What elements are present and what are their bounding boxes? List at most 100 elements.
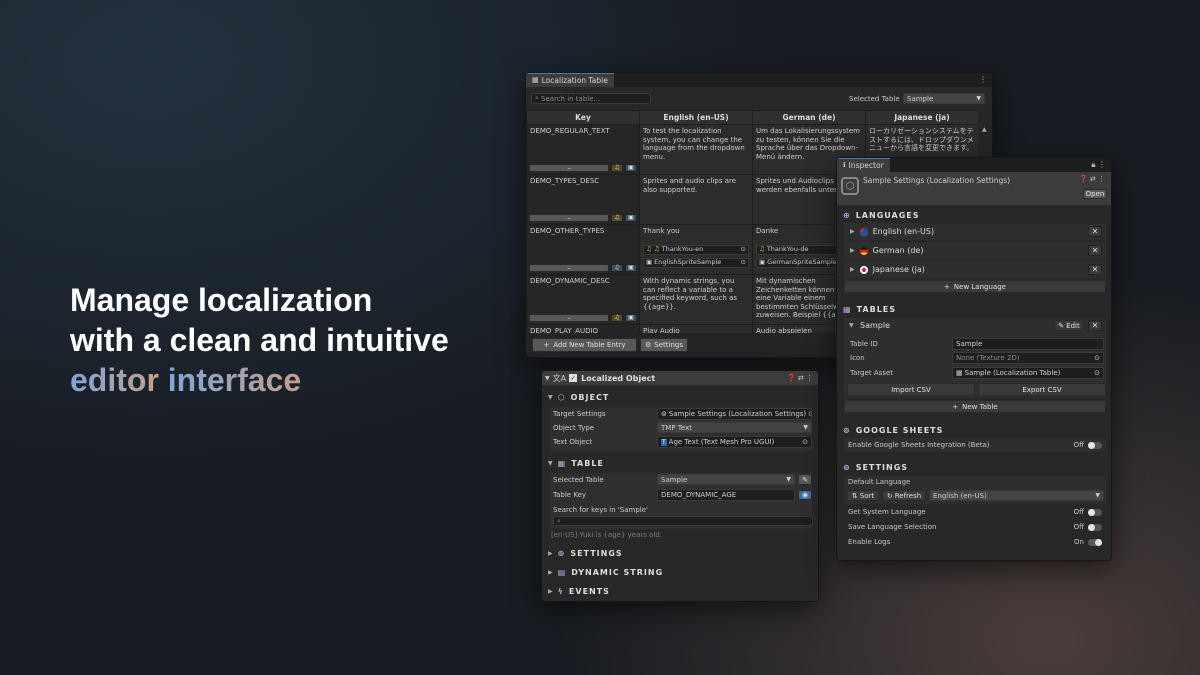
plus-icon: + (952, 402, 959, 411)
language-row[interactable]: ▶ English (en-US) ✕ (844, 223, 1106, 240)
new-table-button[interactable]: + New Table (844, 400, 1106, 413)
remove-language-button[interactable]: ✕ (1088, 226, 1102, 237)
object-picker-icon[interactable]: ⊙ (741, 246, 746, 254)
google-sheets-toggle[interactable] (1088, 441, 1102, 449)
target-asset-field[interactable]: ▦ Sample (Localization Table) ⊙ (952, 367, 1104, 379)
sprite-field[interactable]: ▣ EnglishSpriteSample ⊙ (643, 257, 749, 268)
enable-logs-label: Enable Logs (848, 538, 891, 546)
default-language-dropdown[interactable]: English (en-US) ▼ (929, 490, 1104, 501)
audio-type-icon[interactable]: ♫ (611, 164, 623, 172)
value-cell-en[interactable]: Thank you ♫ ♫ ThankYou-en ⊙ ▣ EnglishSpriteS… (639, 224, 753, 275)
chevron-right-icon: ▶ (850, 247, 855, 254)
target-settings-label: Target Settings (553, 410, 606, 418)
language-row[interactable]: ▶ Japanese (ja) ✕ (844, 261, 1106, 278)
remove-language-button[interactable]: ✕ (1088, 245, 1102, 256)
preview-key-button[interactable]: ◉ (798, 490, 812, 500)
export-csv-button[interactable]: Export CSV (978, 383, 1106, 396)
key-cell[interactable]: DEMO_TYPES_DESC – ♫ ▣ (526, 174, 640, 225)
text-object-field[interactable]: T Age Text (Text Mesh Pro UGUI) ⊙ (657, 436, 812, 448)
enable-logs-toggle[interactable] (1088, 538, 1102, 546)
sort-button[interactable]: ⇅ Sort (847, 490, 879, 501)
audio-clip-field[interactable]: ♫ ♫ ThankYou-en ⊙ (643, 244, 749, 255)
table-settings-button[interactable]: ⚙ Settings (640, 338, 688, 352)
section-settings[interactable]: ▶ ⊚ SETTINGS (542, 545, 623, 561)
sprite-type-icon[interactable]: ▣ (625, 314, 637, 322)
column-header-german[interactable]: German (de) (752, 110, 866, 125)
selected-table-dropdown[interactable]: Sample ▼ (657, 474, 795, 485)
remove-language-button[interactable]: ✕ (1088, 264, 1102, 275)
tab-localization-table[interactable]: ▦ Localization Table (526, 73, 614, 87)
get-system-language-toggle[interactable] (1088, 508, 1102, 516)
sprite-type-icon[interactable]: ▣ (625, 164, 637, 172)
row-actions: – ♫ ▣ (529, 214, 637, 222)
refresh-button[interactable]: ↻ Refresh (882, 490, 926, 501)
audio-type-icon[interactable]: ♫ (611, 214, 623, 222)
sprite-type-icon[interactable]: ▣ (625, 214, 637, 222)
table-icon: ▦ (532, 76, 539, 84)
save-language-row[interactable]: Save Language Selection Off (844, 520, 1106, 534)
value-cell-en[interactable]: Sprites and audio clips are also support… (639, 174, 753, 225)
remove-table-button[interactable]: ✕ (1088, 320, 1102, 331)
target-settings-field[interactable]: ⊚ Sample Settings (Localization Settings)… (657, 408, 812, 420)
edit-table-button[interactable]: ✎ Edit (1054, 320, 1084, 331)
remove-entry-button[interactable]: – (529, 314, 609, 322)
kebab-menu-icon[interactable]: ⋮ (806, 374, 813, 382)
add-new-table-entry-button[interactable]: + Add New Table Entry (532, 338, 637, 352)
foldout-arrow-icon[interactable]: ▼ (545, 375, 550, 382)
object-type-label: Object Type (553, 424, 595, 432)
import-csv-button[interactable]: Import CSV (847, 383, 975, 396)
icon-field[interactable]: None (Texture 2D) ⊙ (952, 352, 1104, 364)
kebab-menu-icon[interactable]: ⋮ (979, 75, 987, 84)
column-header-japanese[interactable]: Japanese (ja) (865, 110, 979, 125)
new-language-button[interactable]: + New Language (844, 280, 1106, 293)
edit-table-button[interactable]: ✎ (798, 474, 812, 485)
key-cell[interactable]: DEMO_OTHER_TYPES – ♫ ▣ (526, 224, 640, 275)
audio-type-icon[interactable]: ♫ (611, 314, 623, 322)
object-picker-icon[interactable]: ⊙ (741, 259, 746, 267)
kebab-menu-icon[interactable]: ⋮ (1098, 160, 1106, 169)
object-type-dropdown[interactable]: TMP Text ▼ (657, 422, 812, 433)
table-key-input[interactable]: DEMO_DYNAMIC_AGE (657, 489, 795, 501)
audio-type-icon[interactable]: ♫ (611, 264, 623, 272)
value-cell-en[interactable]: To test the localization system, you can… (639, 124, 753, 175)
remove-entry-button[interactable]: – (529, 214, 609, 222)
column-header-english[interactable]: English (en-US) (639, 110, 753, 125)
scroll-up-icon[interactable]: ▲ (982, 126, 987, 133)
kebab-menu-icon[interactable]: ⋮ (1098, 175, 1105, 183)
help-icon[interactable]: ❓ (1079, 175, 1088, 183)
object-picker-icon[interactable]: ⊙ (1094, 354, 1100, 362)
help-icon[interactable]: ❓ (787, 374, 796, 382)
key-cell[interactable]: DEMO_DYNAMIC_DESC – ♫ ▣ (526, 274, 640, 325)
object-picker-icon[interactable]: ⊙ (808, 410, 811, 418)
table-id-input[interactable]: Sample (952, 338, 1104, 350)
save-language-toggle[interactable] (1088, 523, 1102, 531)
preset-icon[interactable]: ⇄ (1090, 175, 1096, 183)
chevron-down-icon[interactable]: ▼ (849, 322, 854, 329)
remove-entry-button[interactable]: – (529, 164, 609, 172)
section-events[interactable]: ▶ ϟ EVENTS (542, 583, 610, 599)
section-object[interactable]: ▼ ⬡ OBJECT (542, 389, 818, 405)
column-header-key[interactable]: Key (526, 110, 640, 125)
tab-inspector[interactable]: ℹ Inspector (837, 158, 890, 172)
object-picker-icon[interactable]: ⊙ (1094, 369, 1100, 377)
section-dynamic-string[interactable]: ▶ ▤ DYNAMIC STRING (542, 564, 663, 580)
language-row[interactable]: ▶ German (de) ✕ (844, 242, 1106, 259)
search-keys-input[interactable]: ⌕ (553, 516, 813, 526)
value-cell-en[interactable]: With dynamic strings, you can reflect a … (639, 274, 753, 325)
preset-icon[interactable]: ⇄ (798, 374, 804, 382)
google-sheets-toggle-row[interactable]: Enable Google Sheets Integration (Beta) … (844, 438, 1106, 452)
sprite-type-icon[interactable]: ▣ (625, 264, 637, 272)
get-system-language-row[interactable]: Get System Language Off (844, 505, 1106, 519)
remove-entry-button[interactable]: – (529, 264, 609, 272)
selected-table-dropdown[interactable]: Sample ▼ (903, 93, 985, 104)
key-cell[interactable]: DEMO_REGULAR_TEXT – ♫ ▣ (526, 124, 640, 175)
localized-preview-text: [en-US] Yuki is {age} years old. (551, 531, 663, 539)
enable-logs-row[interactable]: Enable Logs On (844, 535, 1106, 549)
eye-icon: ◉ (801, 491, 809, 499)
enabled-checkbox[interactable]: ✓ (569, 374, 578, 382)
section-table[interactable]: ▼ ▦ TABLE (542, 455, 604, 471)
table-search-input[interactable]: ⌕ Search in table... (531, 93, 651, 104)
object-picker-icon[interactable]: ⊙ (802, 438, 808, 446)
lock-icon[interactable]: 🔒︎ (1091, 160, 1095, 169)
open-button[interactable]: Open (1083, 189, 1107, 199)
